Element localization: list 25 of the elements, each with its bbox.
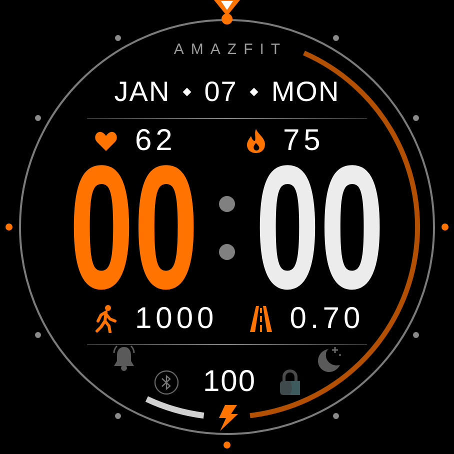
bluetooth-icon (154, 370, 179, 394)
steps-value: 1000 (135, 304, 218, 334)
distance-value: 0.70 (290, 304, 364, 334)
minutes-digits: 00 (255, 158, 384, 298)
brand-logo: AMAZFIT (172, 42, 288, 58)
heart-rate-value: 62 (135, 126, 176, 156)
heart-icon (95, 131, 117, 151)
date-day: 07 (204, 76, 238, 108)
lightning-bolt-icon (216, 405, 238, 431)
separator-icon (182, 88, 192, 96)
flame-icon (247, 129, 265, 153)
battery-arc (146, 396, 204, 419)
separator-icon (250, 88, 259, 96)
padlock-icon (280, 369, 300, 395)
bell-icon (112, 345, 136, 371)
pointer-icon (214, 0, 240, 24)
date-month: JAN (114, 76, 170, 108)
colon-icon (219, 196, 235, 260)
date-weekday: MON (271, 76, 340, 108)
walking-person-icon (95, 305, 117, 333)
hours-digits: 00 (70, 158, 199, 298)
moon-icon (316, 345, 342, 373)
calories-value: 75 (283, 126, 324, 156)
battery-value: 100 (202, 367, 256, 397)
road-icon (250, 306, 272, 332)
